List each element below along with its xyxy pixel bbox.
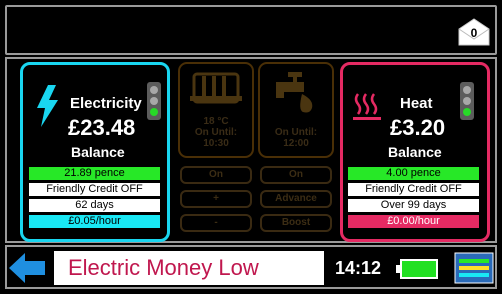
water-boost-button[interactable]: Boost	[260, 214, 332, 232]
back-arrow-icon	[9, 253, 45, 283]
menu-icon	[454, 252, 494, 284]
electricity-days-remaining: 62 days	[28, 198, 161, 213]
heating-increase-button[interactable]: +	[180, 190, 252, 208]
electricity-balance-label: Balance	[71, 144, 125, 160]
top-bar	[5, 5, 497, 55]
message-count: 0	[470, 26, 478, 40]
messages-button[interactable]: 0	[457, 17, 491, 47]
heat-amount: £3.20	[390, 115, 446, 140]
heating-decrease-button[interactable]: -	[180, 214, 252, 232]
tap-icon	[276, 72, 313, 113]
battery-icon	[396, 259, 438, 279]
heat-balance-label: Balance	[388, 144, 442, 160]
water-on-button[interactable]: On	[260, 166, 332, 184]
heat-waves-icon	[353, 93, 381, 120]
electricity-status-light	[147, 82, 161, 120]
radiator-icon	[190, 72, 242, 104]
water-on-until-time: 12:00	[283, 138, 309, 149]
heating-on-until-time: 10:30	[203, 138, 229, 149]
heat-hourly-cost: £0.00/hour	[347, 214, 480, 229]
heating-on-until-label: On Until:	[194, 127, 238, 138]
heating-on-button[interactable]: On	[180, 166, 252, 184]
heat-rate: 4.00 pence	[347, 166, 480, 181]
heat-friendly-credit: Friendly Credit OFF	[347, 182, 480, 197]
heat-status-light	[460, 82, 474, 120]
heat-days-remaining: Over 99 days	[347, 198, 480, 213]
electricity-rate: 21.89 pence	[28, 166, 161, 181]
electricity-amount: £23.48	[68, 115, 136, 140]
menu-button[interactable]	[454, 252, 494, 284]
back-button[interactable]	[7, 251, 47, 285]
water-advance-button[interactable]: Advance	[260, 190, 332, 208]
heating-temperature: 18 °C	[203, 116, 229, 127]
electricity-title: Electricity	[70, 95, 142, 112]
lightning-icon	[37, 85, 58, 127]
clock: 14:12	[334, 258, 382, 278]
heat-title: Heat	[400, 95, 433, 112]
electricity-hourly-cost: £0.05/hour	[28, 214, 161, 229]
alert-message: Electric Money Low	[54, 251, 324, 285]
electricity-friendly-credit: Friendly Credit OFF	[28, 182, 161, 197]
water-on-until-label: On Until:	[274, 127, 318, 138]
